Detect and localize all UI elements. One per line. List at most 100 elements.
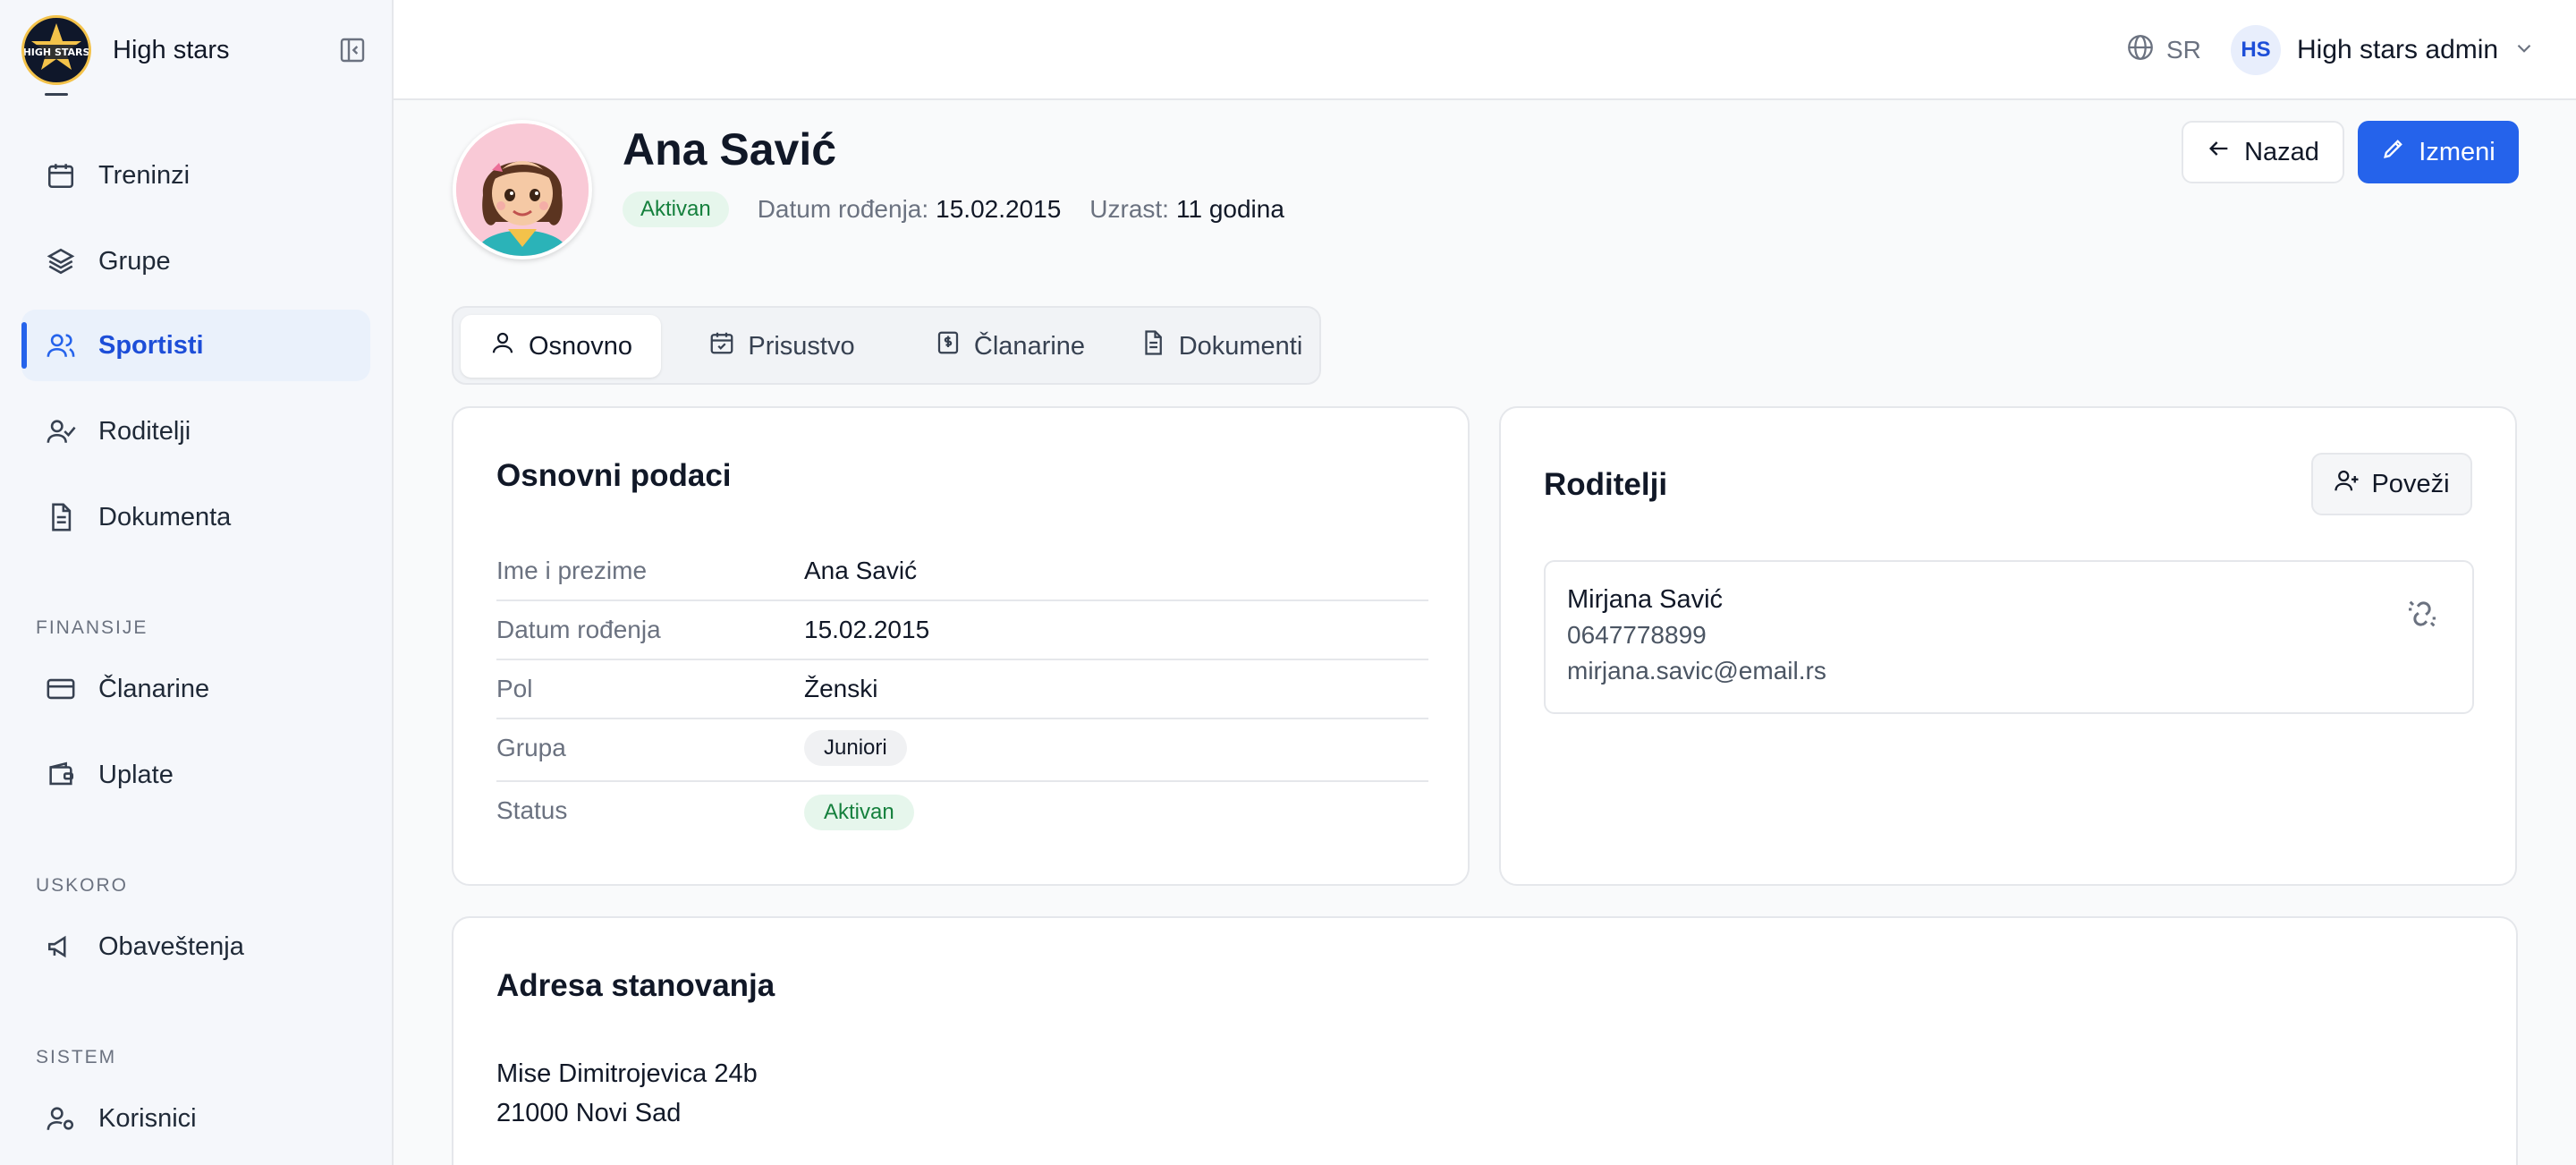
topbar: SR HS High stars admin [394, 0, 2576, 100]
sidebar-item-label: Dokumenta [98, 502, 232, 531]
unlink-icon[interactable] [2404, 596, 2440, 632]
pencil-icon [2381, 136, 2406, 168]
sidebar-item-korisnici[interactable]: Korisnici [21, 1083, 370, 1154]
sidebar-item-label: Korisnici [98, 1103, 197, 1133]
info-key: Ime i prezime [496, 557, 648, 584]
age-value: 11 godina [1175, 195, 1284, 223]
info-row-name: Ime i prezime Ana Savić [496, 542, 1428, 601]
status-badge: Aktivan [804, 795, 914, 830]
sidebar-item-label: Grupe [98, 246, 171, 276]
age-label: Uzrast: [1089, 195, 1169, 223]
sidebar-item-sportisti[interactable]: Sportisti [21, 310, 370, 381]
tab-label: Članarine [973, 331, 1086, 361]
info-key: Grupa [496, 734, 566, 761]
basic-info-card: Osnovni podaci Ime i prezime Ana Savić D… [452, 406, 1470, 886]
info-key: Pol [496, 675, 533, 702]
edit-button-label: Izmeni [2419, 137, 2496, 166]
tab-dokumenti[interactable]: Dokumenti [1126, 315, 1316, 378]
app-root: HIGH STARS High stars Treninzi Grupe Spo… [0, 0, 2576, 1165]
back-button[interactable]: Nazad [2182, 121, 2344, 183]
link-parent-label: Poveži [2371, 469, 2450, 498]
sidebar-item-treninzi[interactable]: Treninzi [21, 140, 370, 211]
back-button-label: Nazad [2244, 137, 2319, 166]
sidebar: HIGH STARS High stars Treninzi Grupe Spo… [0, 0, 394, 1165]
sidebar-item-label: Treninzi [98, 160, 191, 190]
profile-tabs: Osnovno Prisustvo Članarine Dokumenti [452, 306, 1321, 385]
scrolled-item-fragment [45, 93, 68, 96]
parents-title: Roditelji [1544, 467, 1668, 502]
credit-card-icon [43, 671, 79, 707]
megaphone-icon [43, 929, 79, 965]
sidebar-item-label: Članarine [98, 674, 210, 703]
info-row-status: Status Aktivan [496, 782, 1428, 845]
info-value: Ana Savić [804, 557, 918, 584]
sidebar-item-uplate[interactable]: Uplate [21, 739, 370, 811]
tab-label: Osnovno [528, 331, 633, 361]
sidebar-item-grupe[interactable]: Grupe [21, 225, 370, 297]
user-cog-icon [43, 1101, 79, 1136]
user-name: High stars admin [2297, 35, 2499, 64]
brand-name: High stars [113, 35, 230, 64]
status-badge: Aktivan [623, 191, 729, 227]
athlete-avatar [453, 120, 592, 259]
globe-icon [2125, 32, 2156, 69]
section-label-system: SISTEM [36, 1047, 117, 1067]
edit-button[interactable]: Izmeni [2358, 121, 2519, 183]
sidebar-item-label: Sportisti [98, 330, 204, 360]
info-key: Datum rođenja [496, 616, 661, 643]
parent-email: mirjana.savic@email.rs [1567, 657, 1826, 685]
section-label-soon: USKORO [36, 875, 129, 896]
basic-info-title: Osnovni podaci [496, 458, 732, 493]
user-check-icon [43, 413, 79, 449]
tab-osnovno[interactable]: Osnovno [461, 315, 661, 378]
athlete-meta: Aktivan Datum rođenja: 15.02.2015 Uzrast… [623, 190, 1284, 229]
sidebar-item-label: Roditelji [98, 416, 191, 446]
logo-star-icon: HIGH STARS [24, 23, 89, 70]
sidebar-item-roditelji[interactable]: Roditelji [21, 395, 370, 467]
info-value: 15.02.2015 [804, 616, 930, 643]
users-icon [43, 327, 79, 363]
athlete-name: Ana Savić [623, 124, 837, 174]
tab-label: Prisustvo [748, 331, 855, 361]
layers-icon [43, 243, 79, 279]
language-switcher[interactable]: SR [2125, 30, 2201, 70]
parent-list-item: Mirjana Savić 0647778899 mirjana.savic@e… [1544, 560, 2474, 714]
receipt-icon [935, 329, 962, 363]
chevron-down-icon [2512, 37, 2536, 64]
sidebar-item-dokumenta[interactable]: Dokumenta [21, 481, 370, 553]
address-title: Adresa stanovanja [496, 968, 775, 1003]
girl-avatar-illustration-icon [456, 123, 589, 256]
info-row-birth-date: Datum rođenja 15.02.2015 [496, 601, 1428, 660]
birth-date-label: Datum rođenja: [757, 195, 929, 223]
birth-date-value: 15.02.2015 [936, 195, 1062, 223]
brand-logo[interactable]: HIGH STARS [21, 15, 91, 85]
info-value: Ženski [804, 675, 878, 702]
sidebar-header: HIGH STARS High stars [0, 0, 392, 100]
calendar-check-icon [708, 329, 735, 363]
calendar-icon [43, 157, 79, 193]
sidebar-item-obavestenja[interactable]: Obaveštenja [21, 911, 370, 982]
tab-label: Dokumenti [1178, 331, 1303, 361]
user-avatar: HS [2231, 25, 2281, 75]
link-parent-button[interactable]: Poveži [2311, 453, 2472, 515]
main-content: Ana Savić Aktivan Datum rođenja: 15.02.2… [394, 100, 2576, 1165]
sidebar-item-label: Uplate [98, 760, 174, 789]
address-card: Adresa stanovanja Mise Dimitrojevica 24b… [452, 916, 2518, 1165]
user-plus-icon [2334, 467, 2360, 501]
info-row-gender: Pol Ženski [496, 660, 1428, 719]
sidebar-item-label: Obaveštenja [98, 931, 244, 961]
sidebar-item-clanarine[interactable]: Članarine [21, 653, 370, 725]
file-text-icon [1140, 329, 1166, 363]
user-menu[interactable]: HS High stars admin [2231, 25, 2536, 75]
user-icon [489, 329, 516, 363]
tab-prisustvo[interactable]: Prisustvo [670, 315, 894, 378]
parent-name: Mirjana Savić [1567, 585, 1724, 614]
panel-collapse-icon [340, 38, 365, 63]
parents-card: Roditelji Poveži Mirjana Savić 064777889… [1499, 406, 2517, 886]
address-city: 21000 Novi Sad [496, 1099, 682, 1127]
tab-clanarine[interactable]: Članarine [902, 315, 1117, 378]
info-row-group: Grupa Juniori [496, 719, 1428, 782]
file-text-icon [43, 499, 79, 535]
section-label-finance: FINANSIJE [36, 617, 148, 638]
sidebar-collapse-button[interactable] [335, 32, 370, 68]
